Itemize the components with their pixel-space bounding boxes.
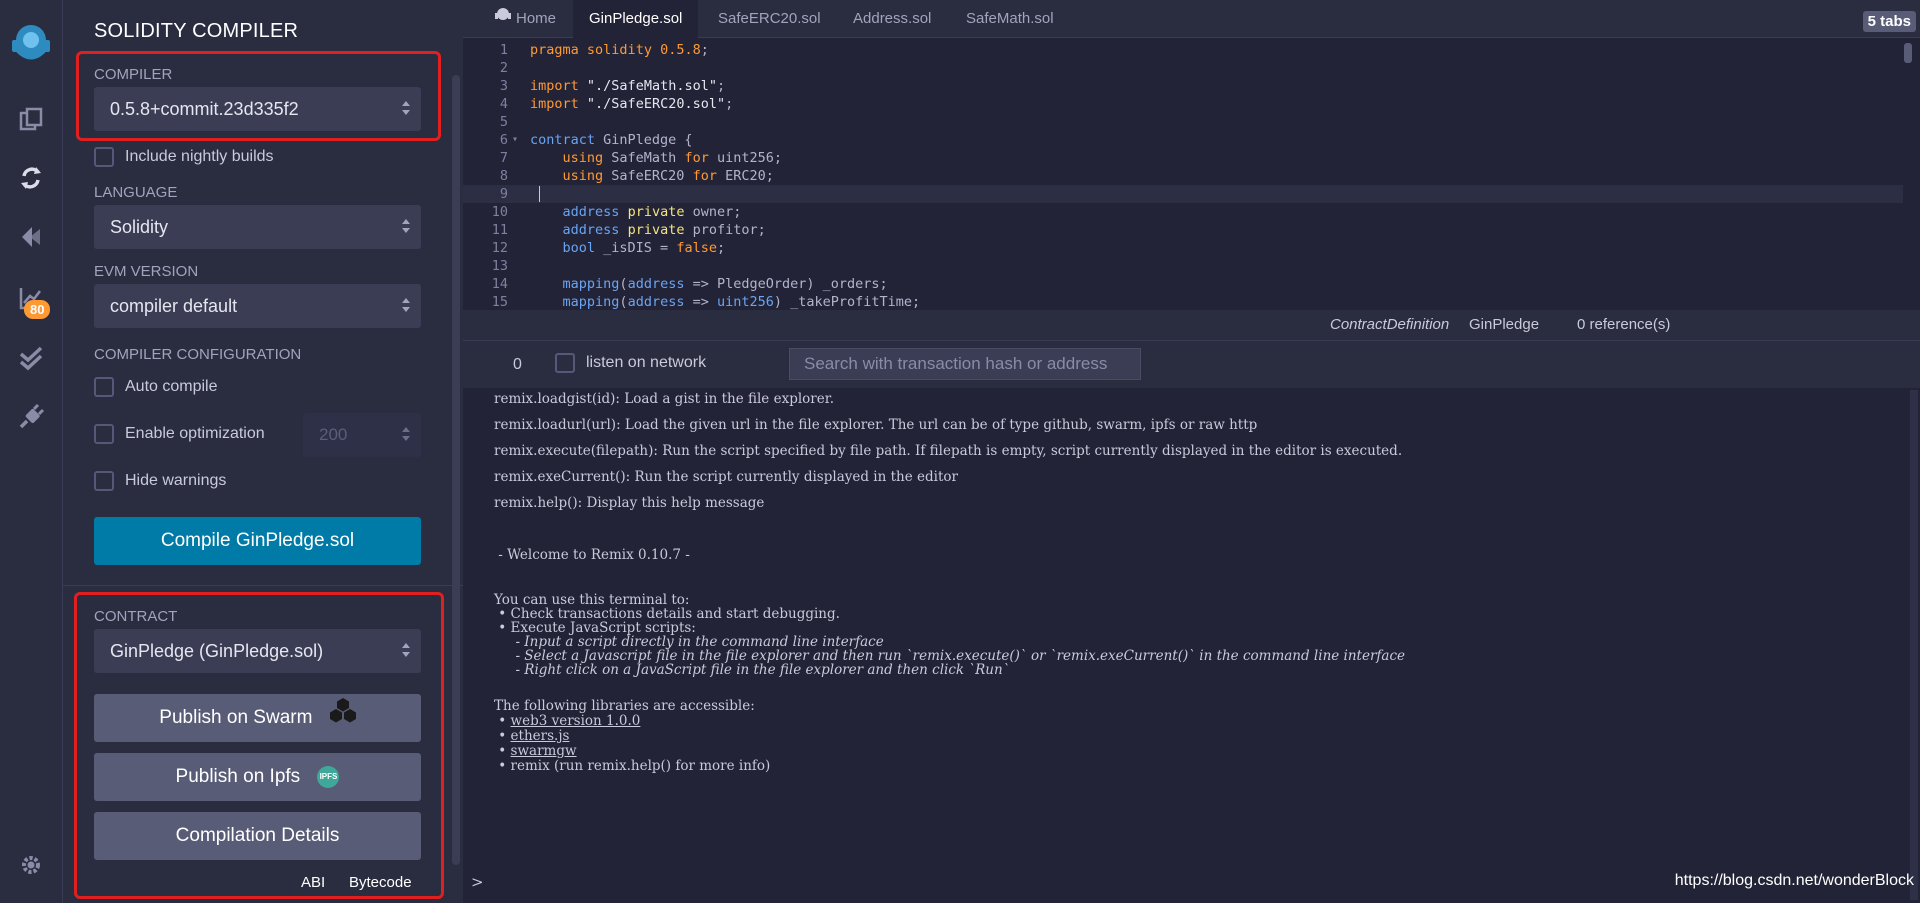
code-line: 3 import "./SafeMath.sol";: [499, 78, 726, 94]
enable-optimization-checkbox[interactable]: [94, 424, 114, 444]
fold-arrow-icon: ▾: [512, 134, 519, 145]
optimization-runs-value: 200: [319, 425, 348, 444]
compiler-panel: SOLIDITY COMPILER COMPILER 0.5.8+commit.…: [63, 0, 463, 903]
language-select[interactable]: Solidity: [94, 205, 421, 249]
library-item[interactable]: • web3 version 1.0.0: [494, 713, 640, 729]
evm-version-value: compiler default: [110, 296, 238, 316]
code-line: 14 mapping(address => PledgeOrder) _orde…: [491, 276, 888, 292]
tx-search-input[interactable]: Search with transaction hash or address: [789, 348, 1141, 380]
language-value: Solidity: [110, 217, 169, 237]
code-line: 10 address private owner;: [491, 204, 742, 220]
watermark-text: https://blog.csdn.net/wonderBlock: [1674, 872, 1914, 889]
test-icon[interactable]: [16, 343, 46, 373]
panel-title: SOLIDITY COMPILER: [94, 20, 299, 42]
select-arrows-icon: [401, 218, 411, 236]
enable-optimization-label: Enable optimization: [125, 425, 265, 442]
current-code-line: 9: [463, 185, 1903, 203]
auto-compile-checkbox[interactable]: [94, 377, 114, 397]
hide-warnings-checkbox[interactable]: [94, 471, 114, 491]
tab-safemath[interactable]: SafeMath.sol: [966, 0, 1054, 38]
code-line: 5: [499, 114, 508, 130]
terminal-toolbar: 0 listen on network Search with transact…: [463, 340, 1920, 388]
remix-logo-icon[interactable]: [6, 18, 56, 68]
nightly-builds-checkbox[interactable]: [94, 147, 114, 167]
code-line: 4 import "./SafeERC20.sol";: [499, 96, 734, 112]
code-line: 11 address private profitor;: [491, 222, 766, 238]
pending-tx-count: 0: [513, 356, 522, 373]
tab-count-badge[interactable]: 5 tabs: [1862, 11, 1916, 32]
settings-icon[interactable]: [16, 850, 46, 880]
file-explorer-icon[interactable]: [16, 104, 46, 134]
code-line: 15 mapping(address => uint256) _takeProf…: [491, 294, 921, 310]
libraries-intro: The following libraries are accessible:: [494, 698, 755, 714]
evm-version-label: EVM VERSION: [94, 263, 199, 280]
terminal-scrollbar[interactable]: [1910, 390, 1918, 900]
welcome-line: - Welcome to Remix 0.10.7 -: [494, 547, 690, 563]
plugin-manager-icon[interactable]: [16, 402, 46, 432]
library-item[interactable]: • ethers.js: [494, 728, 569, 744]
solidity-compiler-icon[interactable]: [16, 163, 46, 193]
language-label: LANGUAGE: [94, 184, 178, 201]
context-name: GinPledge: [1469, 316, 1540, 333]
tab-address[interactable]: Address.sol: [853, 0, 931, 38]
contract-highlight-box: [74, 592, 444, 899]
help-line: remix.exeCurrent(): Run the script curre…: [494, 469, 958, 485]
terminal-output[interactable]: remix.loadgist(id): Load a gist in the f…: [463, 388, 1920, 903]
library-item[interactable]: • swarmgw: [494, 743, 577, 759]
enable-optimization-row[interactable]: Enable optimization: [94, 424, 265, 444]
help-line: remix.loadgist(id): Load a gist in the f…: [494, 391, 834, 407]
nightly-builds-row[interactable]: Include nightly builds: [94, 147, 274, 167]
help-line: remix.execute(filepath): Run the script …: [494, 443, 1403, 459]
code-line: 8 using SafeERC20 for ERC20;: [499, 168, 774, 184]
code-line: 13: [491, 258, 508, 274]
help-line: remix.help(): Display this help message: [494, 495, 765, 511]
hide-warnings-label: Hide warnings: [125, 472, 227, 489]
tab-home[interactable]: Home: [493, 0, 556, 38]
compiler-config-label: COMPILER CONFIGURATION: [94, 346, 302, 363]
auto-compile-label: Auto compile: [125, 378, 218, 395]
auto-compile-row[interactable]: Auto compile: [94, 377, 218, 397]
web3-link[interactable]: web3 version 1.0.0: [511, 713, 641, 729]
nightly-builds-label: Include nightly builds: [125, 148, 274, 165]
code-line: 6 ▾ contract GinPledge {: [499, 132, 693, 148]
ethers-link[interactable]: ethers.js: [511, 728, 570, 744]
compiler-highlight-box: [76, 51, 441, 141]
evm-version-select[interactable]: compiler default: [94, 284, 421, 328]
home-icon: [493, 0, 513, 38]
code-line: 12 bool _isDIS = false;: [491, 240, 726, 256]
select-arrows-icon: [401, 297, 411, 315]
hide-warnings-row[interactable]: Hide warnings: [94, 471, 226, 491]
help-line: remix.loadurl(url): Load the given url i…: [494, 417, 1258, 433]
tab-ginpledge[interactable]: GinPledge.sol: [573, 0, 699, 38]
tab-safeerc20[interactable]: SafeERC20.sol: [718, 0, 821, 38]
swarmgw-link[interactable]: swarmgw: [511, 743, 577, 759]
compile-button[interactable]: Compile GinPledge.sol: [94, 517, 421, 565]
analysis-badge: 80: [24, 300, 51, 319]
editor-scrollbar[interactable]: [1904, 43, 1912, 63]
editor-tabs: Home GinPledge.sol SafeERC20.sol Address…: [463, 0, 1920, 38]
context-type: ContractDefinition: [1330, 316, 1450, 333]
listen-network-row[interactable]: listen on network: [555, 353, 706, 373]
library-item: • remix (run remix.help() for more info): [494, 758, 771, 774]
optimization-runs-input[interactable]: 200: [303, 413, 421, 457]
context-bar: ContractDefinition GinPledge 0 reference…: [463, 310, 1920, 340]
deploy-run-icon[interactable]: [16, 222, 46, 252]
code-line: 7 using SafeMath for uint256;: [499, 150, 782, 166]
code-line: 2: [499, 60, 508, 76]
context-references[interactable]: 0 reference(s): [1577, 316, 1670, 333]
tab-home-label: Home: [516, 10, 557, 27]
panel-scrollbar[interactable]: [452, 75, 460, 865]
panel-divider: [63, 585, 463, 586]
listen-network-checkbox[interactable]: [555, 353, 575, 373]
terminal-prompt[interactable]: >: [471, 873, 484, 891]
terminal-sub-item: - Right click on a JavaScript file in th…: [494, 662, 1010, 678]
code-editor[interactable]: 1 pragma solidity 0.5.8; 2 3 import "./Saf…: [463, 39, 1920, 310]
code-line: 1 pragma solidity 0.5.8;: [499, 42, 709, 58]
icon-rail: 80: [0, 0, 63, 903]
stepper-arrows-icon: [401, 426, 411, 444]
listen-network-label: listen on network: [586, 354, 707, 371]
